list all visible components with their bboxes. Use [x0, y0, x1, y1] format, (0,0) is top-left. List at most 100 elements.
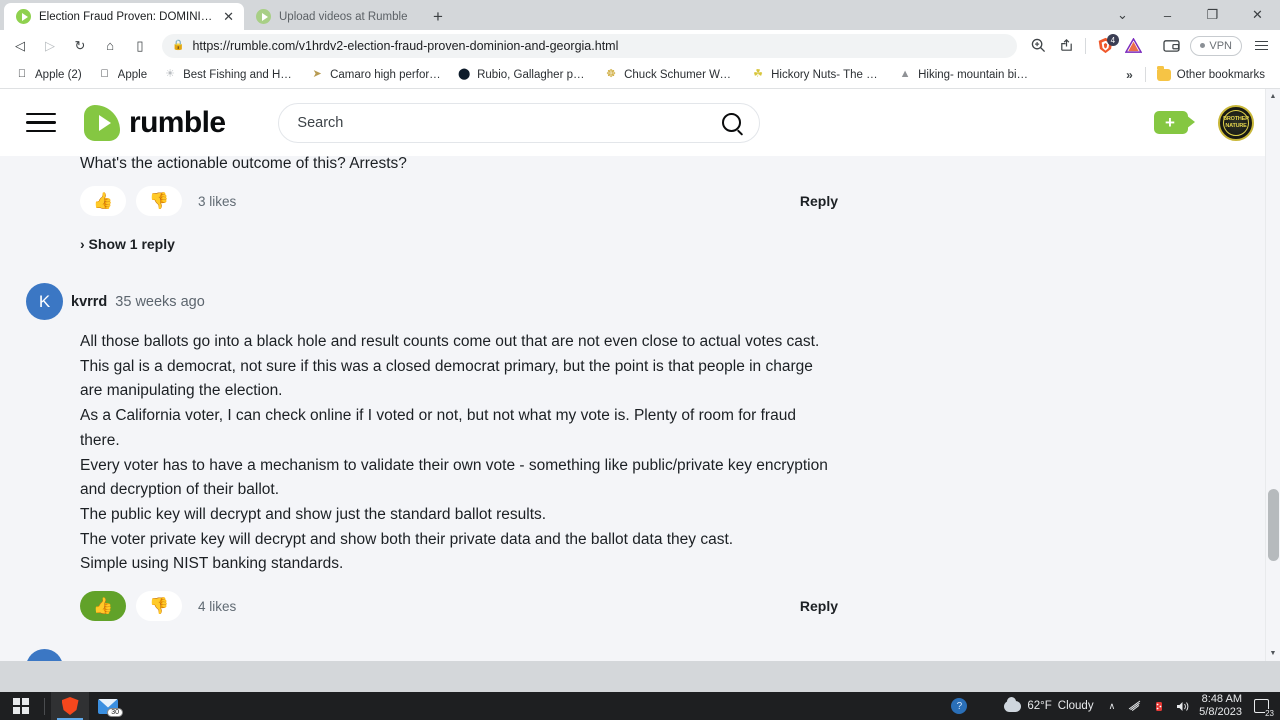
share-icon[interactable]: [1053, 33, 1079, 59]
scrollbar-thumb[interactable]: [1268, 489, 1279, 561]
other-bookmarks-button[interactable]: Other bookmarks: [1150, 65, 1272, 85]
page-viewport: rumble + BROTHER NATURE What's the actio…: [0, 89, 1280, 661]
comments-list: What's the actionable outcome of this? A…: [0, 152, 1280, 661]
address-bar[interactable]: 🔒 https://rumble.com/v1hrdv2-election-fr…: [162, 33, 1018, 58]
window-controls: ⌄ – ❐ ✕: [1100, 0, 1280, 30]
bookmark-label: Best Fishing and Hun...: [183, 68, 295, 81]
bookmark-item[interactable]: ➤ Camaro high perform...: [303, 65, 448, 85]
zoom-in-icon[interactable]: [1025, 33, 1051, 59]
mountain-icon: ▲: [899, 68, 911, 80]
taskbar-app-mail[interactable]: 30: [89, 692, 127, 720]
avatar[interactable]: O: [26, 649, 63, 661]
search-box[interactable]: [278, 102, 761, 143]
upload-video-icon[interactable]: +: [1154, 111, 1195, 134]
header-actions: + BROTHER NATURE: [1154, 104, 1254, 141]
bookmarks-bar:  Apple (2)  Apple ☀ Best Fishing and Hun.…: [0, 61, 1280, 89]
toolbar-divider: [1085, 37, 1087, 54]
tray-expand-icon[interactable]: ∧: [1101, 701, 1124, 712]
page-scrollbar[interactable]: ▲ ▼: [1265, 89, 1280, 661]
bookmark-label: Hiking- mountain biki...: [918, 68, 1030, 81]
weather-condition: Cloudy: [1057, 700, 1094, 712]
site-menu-icon[interactable]: [26, 112, 56, 133]
user-avatar[interactable]: BROTHER NATURE: [1218, 104, 1254, 141]
home-icon[interactable]: ⌂: [96, 33, 124, 59]
new-tab-button[interactable]: +: [424, 3, 452, 30]
antivirus-icon[interactable]: [1147, 692, 1171, 720]
bookmark-label: Hickory Nuts- The &a...: [771, 68, 883, 81]
bookmark-label: Apple (2): [35, 68, 82, 81]
hamburger-menu-icon[interactable]: [1248, 33, 1274, 59]
moon-icon: ☀: [165, 68, 176, 80]
bee-icon: ☸: [606, 68, 617, 80]
comment-header: K kvrrd 35 weeks ago: [26, 283, 1254, 320]
taskbar-clock[interactable]: 8:48 AM 5/8/2023: [1195, 693, 1250, 719]
bookmark-item[interactable]:  Apple (2): [8, 65, 89, 85]
collapse-icon[interactable]: ⌄: [1100, 0, 1145, 30]
scroll-down-arrow[interactable]: ▼: [1266, 646, 1280, 661]
wifi-icon[interactable]: [1123, 692, 1147, 720]
brave-shields-lion-icon[interactable]: 4: [1092, 33, 1119, 59]
vpn-status-dot: [1200, 43, 1206, 48]
rumble-favicon: [16, 9, 31, 24]
speaker-icon[interactable]: [1171, 692, 1195, 720]
toolbar-actions: 4 VPN: [1025, 33, 1274, 59]
help-circle-icon[interactable]: ?: [947, 692, 971, 720]
brave-wallet-icon[interactable]: [1158, 33, 1184, 59]
comment-username[interactable]: kvrrd: [71, 294, 107, 310]
thumbs-down-icon[interactable]: 👎: [136, 186, 182, 216]
vpn-button[interactable]: VPN: [1190, 35, 1242, 56]
brave-rewards-triangle-icon[interactable]: [1120, 33, 1146, 59]
bookmark-item[interactable]:  Apple: [91, 65, 154, 85]
bookmark-label: Apple: [117, 68, 148, 81]
browser-tab-1[interactable]: Upload videos at Rumble: [244, 3, 424, 30]
back-icon[interactable]: ◁: [6, 33, 34, 59]
close-icon[interactable]: ✕: [223, 10, 234, 23]
maximize-icon[interactable]: ❐: [1190, 0, 1235, 30]
thumbs-up-icon[interactable]: 👍: [80, 591, 126, 622]
scroll-up-arrow[interactable]: ▲: [1266, 89, 1280, 104]
comment-timestamp: 35 weeks ago: [164, 660, 253, 661]
browser-toolbar: ◁ ▷ ↻ ⌂ ▯ 🔒 https://rumble.com/v1hrdv2-e…: [0, 30, 1280, 61]
reply-button[interactable]: Reply: [800, 598, 838, 614]
rumble-logo[interactable]: rumble: [84, 104, 226, 141]
reload-icon[interactable]: ↻: [66, 33, 94, 59]
weather-temp: 62°F: [1027, 700, 1052, 712]
bookmarks-divider: [1144, 67, 1146, 82]
taskbar-app-brave[interactable]: [51, 692, 89, 720]
clock-time: 8:48 AM: [1201, 693, 1242, 705]
lock-icon: 🔒: [172, 40, 185, 51]
bookmark-item[interactable]: ☘ Hickory Nuts- The &a...: [744, 65, 889, 85]
weather-widget[interactable]: 62°F Cloudy: [997, 696, 1100, 712]
apple-icon: : [15, 68, 29, 82]
thumbs-up-icon[interactable]: 👍: [80, 186, 126, 216]
search-icon[interactable]: [722, 113, 742, 132]
forward-icon[interactable]: ▷: [36, 33, 64, 59]
notifications-icon[interactable]: 23: [1250, 696, 1274, 718]
minimize-icon[interactable]: –: [1145, 0, 1190, 30]
taskbar-divider: [44, 697, 45, 715]
brave-lion-icon: [61, 697, 79, 715]
bookmark-item[interactable]: ▲ Hiking- mountain biki...: [891, 65, 1036, 85]
clock-date: 5/8/2023: [1199, 706, 1242, 718]
avatar[interactable]: K: [26, 283, 63, 320]
search-input[interactable]: [297, 114, 723, 131]
bookmark-item[interactable]: ⬤ Rubio, Gallagher pro...: [450, 65, 595, 85]
tab-title: Upload videos at Rumble: [279, 10, 408, 23]
browser-tab-0[interactable]: Election Fraud Proven: DOMINION & ✕: [4, 3, 244, 30]
show-replies-button[interactable]: › Show 1 reply: [26, 236, 1254, 252]
lion-glyph: 4: [1097, 34, 1119, 54]
windows-start-icon[interactable]: [4, 692, 38, 720]
bookmark-item[interactable]: ☀ Best Fishing and Hun...: [156, 65, 301, 85]
bookmark-label: Rubio, Gallagher pro...: [477, 68, 589, 81]
tree-icon: ☘: [753, 68, 764, 80]
bookmarks-overflow-chevron[interactable]: »: [1118, 65, 1141, 85]
bookmark-item[interactable]: ☸ Chuck Schumer Warn...: [597, 65, 742, 85]
bookmark-icon[interactable]: ▯: [126, 33, 154, 59]
notification-count: 23: [1265, 709, 1274, 718]
comment-omega-man: O omega_man 35 weeks ago The cabal that …: [0, 649, 1280, 661]
reply-button[interactable]: Reply: [800, 193, 838, 209]
close-window-icon[interactable]: ✕: [1235, 0, 1280, 30]
comment-username[interactable]: omega_man: [71, 660, 156, 661]
thumbs-down-icon[interactable]: 👎: [136, 591, 182, 622]
apple-icon: : [98, 68, 112, 82]
